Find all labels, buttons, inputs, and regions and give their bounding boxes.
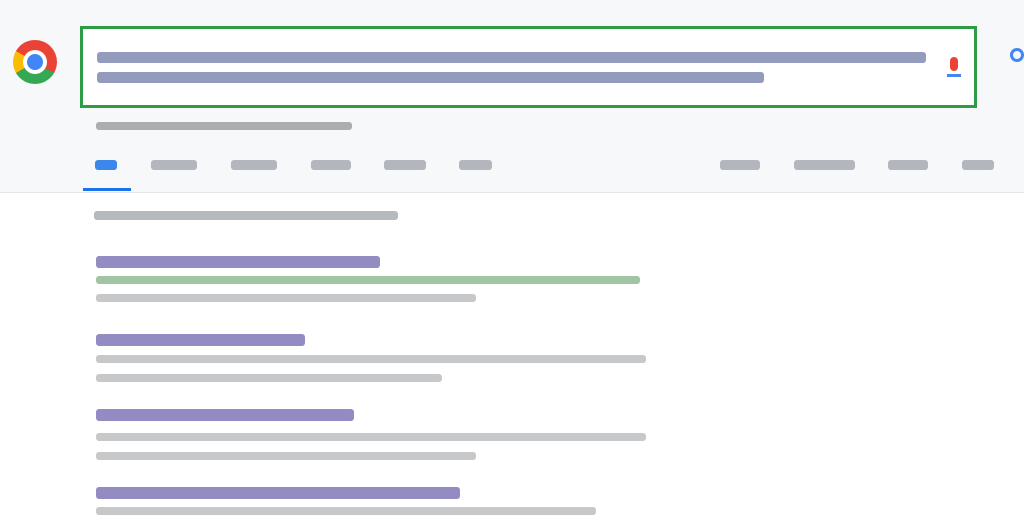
active-tab-indicator (83, 188, 131, 191)
result-title[interactable] (96, 256, 380, 268)
tab-more[interactable] (459, 160, 492, 170)
google-logo-icon[interactable] (13, 40, 57, 84)
result-snippet (96, 355, 646, 363)
search-icon[interactable] (1010, 48, 1024, 62)
tab-item[interactable] (794, 160, 855, 170)
result-url[interactable] (96, 276, 640, 284)
tab-item[interactable] (311, 160, 351, 170)
search-query-line (97, 52, 926, 63)
tab-item[interactable] (231, 160, 277, 170)
search-header (0, 0, 1024, 193)
tab-item[interactable] (384, 160, 426, 170)
result-title[interactable] (96, 334, 305, 346)
result-snippet (96, 507, 596, 515)
result-snippet (96, 374, 442, 382)
result-title[interactable] (96, 409, 354, 421)
microphone-icon[interactable] (947, 57, 961, 77)
tab-all[interactable] (95, 160, 117, 170)
tab-item[interactable] (720, 160, 760, 170)
result-snippet (96, 433, 646, 441)
search-box[interactable] (80, 26, 977, 108)
tab-more[interactable] (962, 160, 994, 170)
result-snippet (96, 294, 476, 302)
result-stats (94, 211, 398, 220)
search-query-line (97, 72, 764, 83)
tab-item[interactable] (151, 160, 197, 170)
tab-item[interactable] (888, 160, 928, 170)
search-suggestion[interactable] (96, 122, 352, 130)
result-snippet (96, 452, 476, 460)
result-title[interactable] (96, 487, 460, 499)
